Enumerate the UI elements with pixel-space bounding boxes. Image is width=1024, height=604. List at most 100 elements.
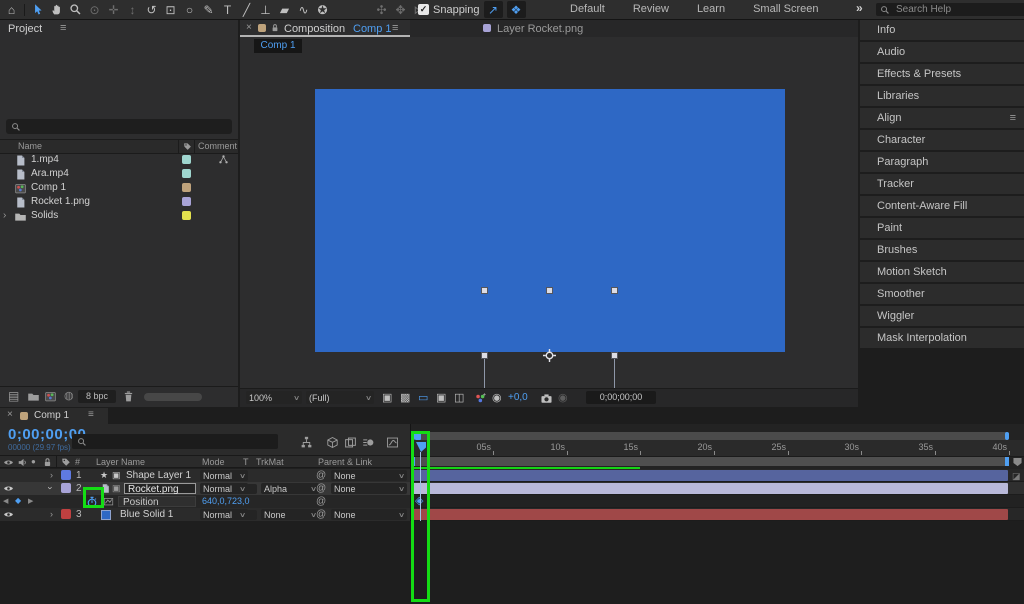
layer-name-column-header[interactable]: Layer Name (96, 457, 145, 467)
project-panel-tab[interactable]: Project (8, 23, 42, 35)
help-search-field[interactable] (876, 3, 1024, 16)
tab-menu-icon[interactable]: ≡ (392, 22, 398, 34)
layer-bar-rocket-png[interactable] (412, 483, 1008, 494)
zoom-tool-button[interactable] (66, 1, 85, 18)
trkmat-dropdown[interactable]: None∨ (261, 509, 319, 520)
snap-edge-toggle[interactable]: ↗ (484, 1, 503, 18)
property-graph-icon[interactable] (103, 496, 114, 507)
mask-visibility-button[interactable]: ▭ (418, 391, 428, 404)
trkmat-dropdown[interactable]: Alpha∨ (261, 483, 319, 494)
keyframe-toggle-icon[interactable]: ◆ (15, 496, 21, 505)
workspace-tab-small-screen[interactable]: Small Screen (739, 0, 832, 19)
panel-tab-brushes[interactable]: Brushes (860, 240, 1024, 260)
expand-chevron-icon[interactable]: › (50, 509, 53, 519)
composition-tab[interactable]: × Composition Comp 1 ≡ (240, 20, 410, 37)
trash-icon[interactable] (122, 390, 135, 403)
layer-row-shape-layer-1[interactable]: › 1 ★ ▣ Shape Layer 1 Normal∨ @ None∨ (0, 469, 410, 483)
work-area-bar[interactable] (411, 457, 1009, 466)
viewer-subtab[interactable]: Comp 1 (254, 39, 302, 53)
navigator-end-handle[interactable] (1005, 432, 1009, 440)
puppet-pin-tool-button[interactable]: ✪ (313, 1, 332, 18)
panel-tab-audio[interactable]: Audio (860, 42, 1024, 62)
help-search-input[interactable] (894, 3, 1024, 16)
comp-marker-bin-icon[interactable] (1012, 457, 1023, 467)
layer-row-blue-solid-1[interactable]: › 3 Blue Solid 1 Normal∨ None∨ @ None∨ (0, 508, 410, 522)
column-name[interactable]: Name (18, 141, 42, 151)
puppet-option-b-button[interactable]: ✥ (391, 1, 410, 18)
close-tab-icon[interactable]: × (246, 22, 252, 33)
project-item-solids[interactable]: › Solids (0, 209, 238, 223)
project-search-input[interactable] (25, 120, 227, 133)
type-tool-button[interactable]: T (218, 1, 237, 18)
transparency-grid-button[interactable]: ▩ (400, 391, 410, 404)
blend-mode-dropdown[interactable]: Normal∨ (200, 509, 248, 520)
preserve-transparency-checkbox[interactable] (246, 510, 257, 520)
safe-margins-button[interactable]: ◫ (454, 391, 464, 404)
rotate-tool-button[interactable]: ↺ (142, 1, 161, 18)
blend-mode-dropdown[interactable]: Normal∨ (200, 470, 248, 481)
tab-menu-icon[interactable]: ≡ (88, 409, 94, 420)
project-item-aramp4[interactable]: Ara.mp4 (0, 167, 238, 181)
selection-tool-button[interactable] (28, 1, 47, 18)
new-folder-icon[interactable] (27, 390, 40, 403)
clone-stamp-tool-button[interactable]: ⊥ (256, 1, 275, 18)
workspace-tab-default[interactable]: Default (556, 0, 619, 19)
layer-tab[interactable]: Layer Rocket.png (475, 20, 605, 37)
label-color-swatch[interactable] (182, 169, 191, 178)
label-color-swatch[interactable] (182, 155, 191, 164)
close-tab-icon[interactable]: × (7, 409, 13, 420)
next-keyframe-icon[interactable]: ▶ (28, 497, 33, 505)
panel-tab-motion-sketch[interactable]: Motion Sketch (860, 262, 1024, 282)
parent-link-dropdown[interactable]: None∨ (331, 470, 407, 481)
layer-bar-shape-layer-1[interactable] (412, 470, 1008, 481)
panel-tab-smoother[interactable]: Smoother (860, 284, 1024, 304)
project-search-field[interactable] (6, 119, 232, 134)
playhead-marker-icon[interactable] (415, 441, 427, 453)
layer-name[interactable]: Blue Solid 1 (120, 509, 173, 520)
pickwhip-icon[interactable]: @ (316, 496, 326, 507)
parent-link-column-header[interactable]: Parent & Link (318, 457, 372, 467)
layer-row-rocket-png[interactable]: › 2 ▣ Rocket.png Normal∨ Alpha∨ @ None∨ (0, 482, 410, 496)
roto-brush-tool-button[interactable]: ∿ (294, 1, 313, 18)
selection-handle[interactable] (481, 287, 488, 294)
selection-handle[interactable] (611, 287, 618, 294)
pan-behind-tool-button[interactable]: ⊡ (161, 1, 180, 18)
region-of-interest-button[interactable]: ▣ (436, 391, 446, 404)
property-name[interactable]: Position (118, 496, 196, 507)
exposure-button[interactable]: ◉ (492, 391, 502, 404)
layer-name[interactable]: Shape Layer 1 (126, 470, 191, 481)
graph-editor-icon[interactable] (386, 436, 399, 449)
navigator-playhead-flag[interactable] (415, 432, 421, 440)
hand-tool-button[interactable] (47, 1, 66, 18)
mini-flowchart-icon[interactable] (300, 436, 313, 449)
view-layout-button[interactable]: ▣ (382, 391, 392, 404)
preserve-transparency-checkbox[interactable] (246, 484, 257, 494)
selection-handle[interactable] (546, 287, 553, 294)
visibility-eye-icon[interactable] (3, 483, 14, 494)
expand-chevron-icon[interactable]: › (50, 470, 53, 480)
snapshot-camera-icon[interactable] (540, 392, 553, 405)
panel-tab-wiggler[interactable]: Wiggler (860, 306, 1024, 326)
project-panel-menu-icon[interactable]: ≡ (60, 22, 66, 34)
composition-canvas[interactable] (315, 89, 785, 352)
snap-feature-toggle[interactable]: ❖ (507, 1, 526, 18)
collapse-chevron-icon[interactable]: › (46, 487, 56, 490)
workspace-overflow-button[interactable]: » (856, 1, 863, 15)
pickwhip-icon[interactable]: @ (316, 470, 326, 481)
time-navigator-bar[interactable] (411, 432, 1009, 440)
panel-tab-character[interactable]: Character (860, 130, 1024, 150)
bit-depth-button[interactable]: 8 bpc (78, 390, 116, 403)
snapping-checkbox[interactable]: ✓ (418, 4, 429, 15)
panel-tab-tracker[interactable]: Tracker (860, 174, 1024, 194)
visibility-eye-icon[interactable] (3, 509, 14, 520)
mode-column-header[interactable]: Mode (202, 457, 225, 467)
timeline-search-field[interactable] (72, 434, 278, 449)
project-item-rocket1png[interactable]: Rocket 1.png (0, 195, 238, 209)
project-item-comp1[interactable]: Comp 1 (0, 181, 238, 195)
pickwhip-icon[interactable]: @ (316, 509, 326, 520)
pan-camera-tool-button[interactable]: ✛ (104, 1, 123, 18)
anchor-point-icon[interactable] (543, 349, 556, 362)
layer-name-editing-box[interactable]: Rocket.png (124, 483, 196, 494)
panel-tab-info[interactable]: Info (860, 20, 1024, 40)
previous-keyframe-icon[interactable]: ◀ (3, 497, 8, 505)
